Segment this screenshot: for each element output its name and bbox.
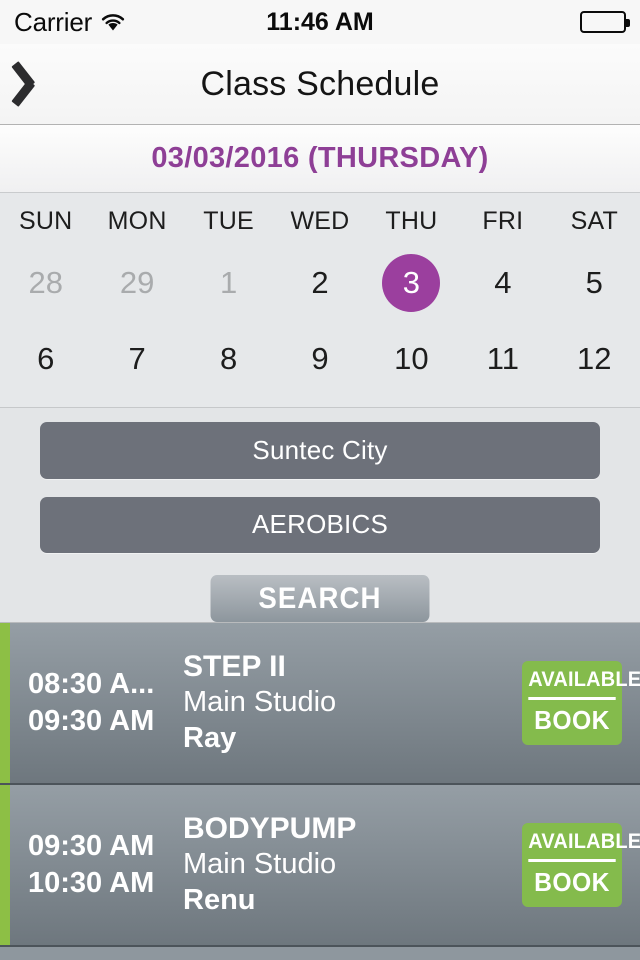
day-header-mon: MON — [107, 207, 167, 235]
class-accent-bar — [0, 785, 10, 945]
calendar-week-2: 6 7 8 9 10 11 12 — [0, 324, 640, 394]
calendar-day: 9 — [311, 341, 329, 376]
class-name: STEP II — [183, 650, 286, 684]
status-bar-right — [580, 11, 630, 33]
calendar-day-selected: 3 — [382, 254, 441, 312]
app-screen: Carrier 11:46 AM Class Schedule 03/03/20… — [0, 0, 640, 960]
calendar-day: 7 — [128, 341, 146, 376]
day-header-tue: TUE — [203, 207, 254, 235]
class-instructor: Ray — [183, 722, 237, 755]
class-book-button-label[interactable]: BOOK — [528, 862, 615, 898]
calendar-cell[interactable]: 9 — [274, 324, 365, 394]
filter-section: Suntec City AEROBICS SEARCH — [0, 408, 640, 623]
navigation-bar: Class Schedule — [0, 44, 640, 125]
search-button-label: SEARCH — [258, 581, 382, 615]
calendar-day: 2 — [311, 265, 329, 300]
calendar-cell[interactable]: 8 — [183, 324, 274, 394]
calendar-cell-selected[interactable]: 3 — [366, 248, 457, 318]
class-start-time: 09:30 AM — [28, 829, 155, 862]
calendar-day: 12 — [577, 341, 612, 376]
calendar-day: 28 — [28, 265, 63, 300]
calendar-day: 5 — [585, 265, 603, 300]
class-instructor: Renu — [183, 884, 256, 917]
class-info: STEP II Main Studio Ray — [175, 649, 522, 756]
class-book-badge[interactable]: AVAILABLE BOOK — [522, 823, 640, 907]
calendar-cell[interactable]: 10 — [366, 324, 457, 394]
status-bar: Carrier 11:46 AM — [0, 0, 640, 44]
class-status-label: AVAILABLE — [528, 830, 640, 862]
calendar-day-headers: SUN MON TUE WED THU FRI SAT — [0, 207, 640, 242]
calendar-cell[interactable]: 11 — [457, 324, 548, 394]
selected-date-label: 03/03/2016 (THURSDAY) — [151, 142, 489, 174]
class-time: 08:30 A... 09:30 AM — [10, 666, 175, 740]
class-info: BODYPUMP Main Studio Renu — [175, 811, 522, 918]
calendar-cell[interactable]: 5 — [549, 248, 640, 318]
calendar-day: 8 — [219, 341, 238, 376]
class-book-button-label[interactable]: BOOK — [528, 700, 615, 736]
calendar-week-1: 28 29 1 2 3 4 5 — [0, 248, 640, 318]
calendar-day: 4 — [494, 265, 512, 300]
calendar-cell[interactable]: 29 — [91, 248, 182, 318]
day-header-sat: SAT — [570, 207, 618, 235]
calendar-cell[interactable]: 28 — [0, 248, 91, 318]
day-header-fri: FRI — [482, 207, 524, 235]
battery-icon — [580, 11, 630, 33]
calendar-cell[interactable]: 2 — [274, 248, 365, 318]
calendar-cell[interactable]: 12 — [549, 324, 640, 394]
calendar-cell[interactable]: 1 — [183, 248, 274, 318]
day-header-wed: WED — [290, 207, 350, 235]
class-end-time: 10:30 AM — [28, 867, 155, 899]
class-type-select-value: AEROBICS — [252, 509, 388, 540]
class-accent-bar — [0, 623, 10, 783]
class-book-badge[interactable]: AVAILABLE BOOK — [522, 661, 640, 745]
class-studio: Main Studio — [183, 848, 337, 881]
class-status-label: AVAILABLE — [528, 668, 640, 700]
calendar-cell[interactable]: 4 — [457, 248, 548, 318]
location-select-value: Suntec City — [252, 434, 388, 465]
calendar-cell[interactable]: 6 — [0, 324, 91, 394]
location-select[interactable]: Suntec City — [40, 422, 600, 479]
calendar-day: 11 — [486, 341, 519, 376]
calendar-cell[interactable]: 7 — [91, 324, 182, 394]
class-time: 09:30 AM 10:30 AM — [10, 828, 175, 902]
class-row[interactable]: 08:30 A... 09:30 AM STEP II Main Studio … — [0, 623, 640, 785]
calendar-day: 10 — [394, 341, 429, 376]
calendar-day: 6 — [37, 341, 55, 376]
status-bar-clock: 11:46 AM — [266, 7, 374, 36]
day-header-thu: THU — [385, 207, 438, 235]
calendar-strip[interactable]: SUN MON TUE WED THU FRI SAT 28 29 1 2 3 … — [0, 193, 640, 408]
calendar-day: 1 — [219, 265, 238, 300]
class-row[interactable]: 09:30 AM 10:30 AM BODYPUMP Main Studio R… — [0, 785, 640, 947]
calendar-day: 29 — [119, 265, 155, 300]
class-list[interactable]: 08:30 A... 09:30 AM STEP II Main Studio … — [0, 623, 640, 960]
class-type-select[interactable]: AEROBICS — [40, 496, 600, 554]
class-name: BODYPUMP — [183, 812, 357, 846]
day-header-sun: SUN — [19, 207, 73, 235]
search-button[interactable]: SEARCH — [210, 575, 430, 622]
class-studio: Main Studio — [183, 686, 337, 719]
selected-date-header: 03/03/2016 (THURSDAY) — [0, 125, 640, 193]
class-end-time: 09:30 AM — [28, 705, 155, 737]
class-start-time: 08:30 A... — [28, 667, 155, 700]
page-title: Class Schedule — [200, 64, 440, 103]
